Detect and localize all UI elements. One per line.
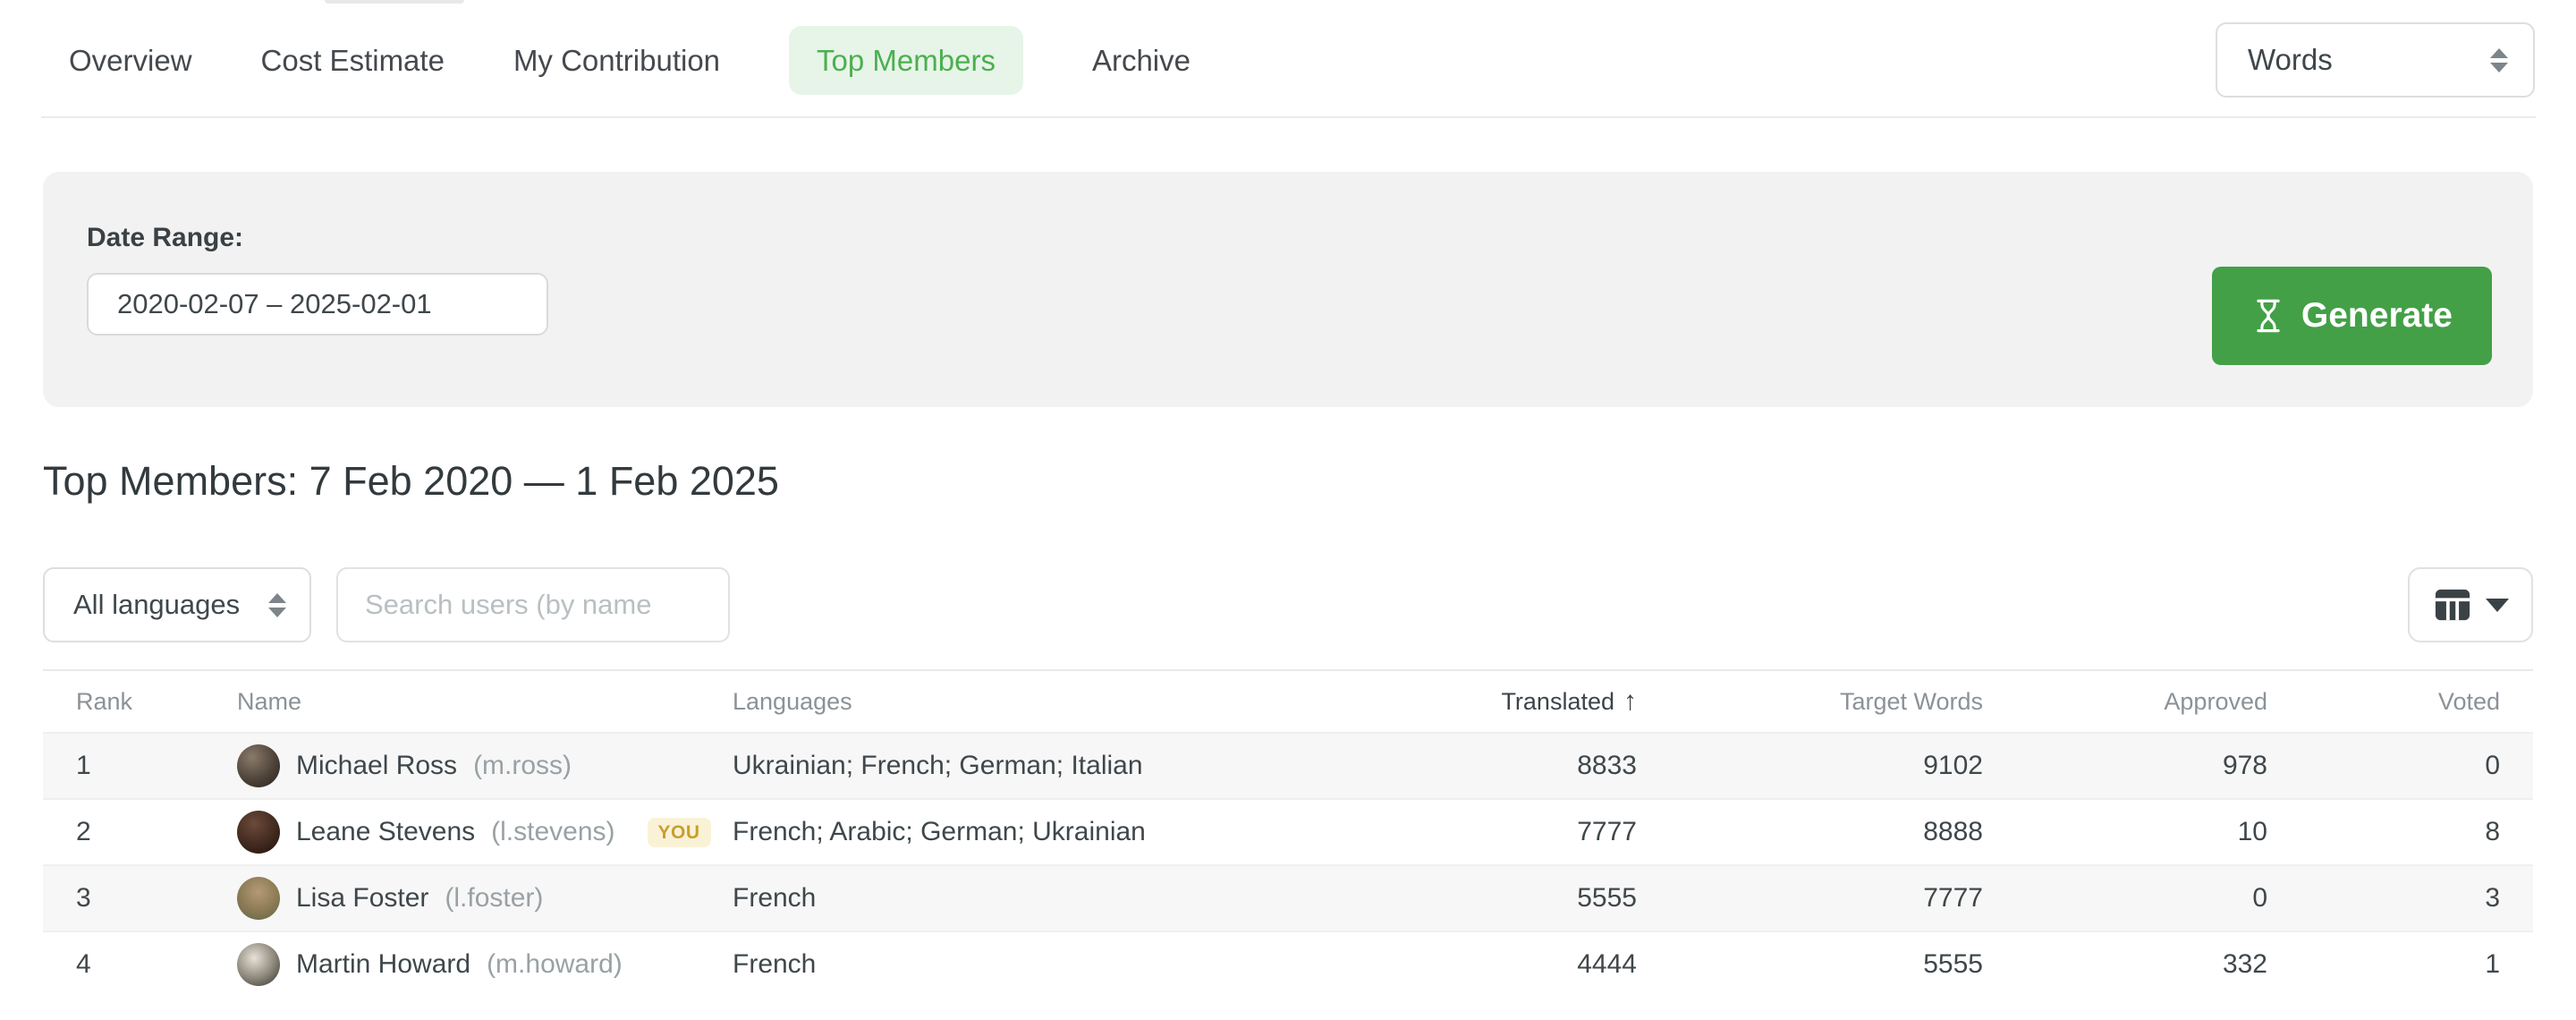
languages-cell: French: [733, 949, 1440, 980]
voted-cell: 8: [2267, 817, 2500, 847]
column-header-target-words[interactable]: Target Words: [1637, 688, 1983, 716]
date-range-input[interactable]: 2020-02-07 – 2025-02-01: [87, 273, 548, 336]
generate-button-label: Generate: [2301, 296, 2453, 336]
avatar: [237, 877, 280, 920]
report-title: Top Members: 7 Feb 2020 — 1 Feb 2025: [43, 458, 2533, 505]
target-words-cell: 9102: [1637, 751, 1983, 781]
sort-ascending-icon: ↑: [1623, 686, 1637, 717]
table-row: 3 Lisa Foster (l.foster) French 5555 777…: [43, 864, 2533, 931]
table-body: 1 Michael Ross (m.ross) Ukrainian; Frenc…: [43, 732, 2533, 997]
column-header-name[interactable]: Name: [237, 688, 733, 716]
voted-cell: 3: [2267, 883, 2500, 914]
members-table: Rank Name Languages Translated ↑ Target …: [43, 669, 2533, 997]
column-header-approved[interactable]: Approved: [1983, 688, 2267, 716]
rank-cell: 4: [76, 949, 237, 980]
column-header-voted[interactable]: Voted: [2267, 688, 2500, 716]
name-cell: Michael Ross (m.ross): [237, 744, 733, 787]
report-tab-bar: Overview Cost Estimate My Contribution T…: [0, 0, 2576, 98]
unit-selector[interactable]: Words: [2216, 22, 2535, 98]
table-header: Rank Name Languages Translated ↑ Target …: [43, 669, 2533, 732]
target-words-cell: 8888: [1637, 817, 1983, 847]
tabbar-divider: [41, 116, 2536, 118]
member-username: (l.stevens): [491, 817, 614, 847]
select-arrows-icon: [2490, 48, 2508, 72]
date-range-value: 2020-02-07 – 2025-02-01: [117, 288, 432, 320]
translated-cell: 4444: [1440, 949, 1637, 980]
table-row: 1 Michael Ross (m.ross) Ukrainian; Frenc…: [43, 732, 2533, 798]
columns-settings-button[interactable]: [2408, 567, 2533, 642]
voted-cell: 0: [2267, 751, 2500, 781]
you-badge: YOU: [648, 818, 711, 847]
language-filter-value: All languages: [73, 589, 240, 621]
member-username: (m.howard): [487, 949, 623, 980]
tab-overview[interactable]: Overview: [69, 26, 192, 95]
column-header-languages[interactable]: Languages: [733, 688, 1440, 716]
translated-cell: 5555: [1440, 883, 1637, 914]
avatar: [237, 943, 280, 986]
member-name[interactable]: Leane Stevens: [296, 817, 475, 847]
generate-button[interactable]: Generate: [2212, 267, 2492, 365]
name-cell: Martin Howard (m.howard): [237, 943, 733, 986]
chevron-down-icon: [2486, 599, 2509, 612]
report-settings-panel: Date Range: 2020-02-07 – 2025-02-01 Gene…: [43, 172, 2533, 407]
name-cell: Leane Stevens (l.stevens) YOU: [237, 811, 733, 854]
tab-top-members[interactable]: Top Members: [789, 26, 1023, 95]
languages-cell: Ukrainian; French; German; Italian: [733, 751, 1440, 781]
approved-cell: 332: [1983, 949, 2267, 980]
top-members-report-page: Overview Cost Estimate My Contribution T…: [0, 0, 2576, 1020]
member-username: (m.ross): [473, 751, 572, 781]
languages-cell: French; Arabic; German; Ukrainian: [733, 817, 1440, 847]
translated-cell: 7777: [1440, 817, 1637, 847]
tab-cost-estimate[interactable]: Cost Estimate: [261, 26, 445, 95]
target-words-cell: 7777: [1637, 883, 1983, 914]
language-filter-select[interactable]: All languages: [43, 567, 311, 642]
rank-cell: 2: [76, 817, 237, 847]
approved-cell: 0: [1983, 883, 2267, 914]
member-name[interactable]: Martin Howard: [296, 949, 470, 980]
cropped-top-element: [325, 0, 464, 4]
select-arrows-icon: [268, 593, 286, 617]
column-header-rank[interactable]: Rank: [76, 688, 237, 716]
table-row: 4 Martin Howard (m.howard) French 4444 5…: [43, 931, 2533, 997]
voted-cell: 1: [2267, 949, 2500, 980]
member-name[interactable]: Michael Ross: [296, 751, 457, 781]
hourglass-icon: [2251, 297, 2285, 335]
report-tabs: Overview Cost Estimate My Contribution T…: [69, 26, 1191, 95]
table-toolbar: All languages: [43, 567, 2533, 642]
unit-selector-value: Words: [2248, 43, 2333, 77]
date-range-label: Date Range:: [87, 223, 2492, 253]
column-header-translated[interactable]: Translated ↑: [1440, 686, 1637, 717]
column-header-translated-label: Translated: [1501, 688, 1614, 716]
tab-archive[interactable]: Archive: [1092, 26, 1191, 95]
approved-cell: 10: [1983, 817, 2267, 847]
tab-my-contribution[interactable]: My Contribution: [513, 26, 720, 95]
target-words-cell: 5555: [1637, 949, 1983, 980]
member-username: (l.foster): [445, 883, 543, 914]
search-input[interactable]: [336, 567, 730, 642]
table-row: 2 Leane Stevens (l.stevens) YOU French; …: [43, 798, 2533, 864]
avatar: [237, 744, 280, 787]
avatar: [237, 811, 280, 854]
name-cell: Lisa Foster (l.foster): [237, 877, 733, 920]
rank-cell: 3: [76, 883, 237, 914]
translated-cell: 8833: [1440, 751, 1637, 781]
rank-cell: 1: [76, 751, 237, 781]
columns-icon: [2432, 586, 2473, 624]
member-name[interactable]: Lisa Foster: [296, 883, 428, 914]
languages-cell: French: [733, 883, 1440, 914]
approved-cell: 978: [1983, 751, 2267, 781]
